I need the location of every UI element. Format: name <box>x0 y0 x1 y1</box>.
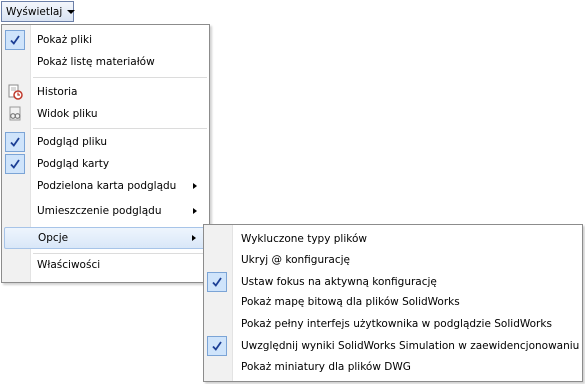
chevron-right-icon <box>193 183 197 189</box>
history-icon <box>5 82 25 102</box>
submenu-item-hide-config[interactable]: Ukryj @ konfigurację <box>206 249 580 271</box>
menu-item-label: Podzielona karta podglądu <box>37 180 177 192</box>
menu-item-show-bom[interactable]: Pokaż listę materiałów <box>4 51 207 73</box>
submenu-item-include-simulation-results[interactable]: Uwzględnij wyniki SolidWorks Simulation … <box>206 335 580 357</box>
menu-item-label: Umieszczenie podglądu <box>37 205 162 217</box>
menu-item-properties[interactable]: Właściwości <box>4 254 207 276</box>
menu-item-card-preview[interactable]: Podgląd karty <box>4 153 207 175</box>
view-menu-label: Wyświetlaj <box>6 5 63 18</box>
menu-item-label: Uwzględnij wyniki SolidWorks Simulation … <box>241 340 580 352</box>
menu-item-label: Pokaż listę materiałów <box>37 56 155 68</box>
chevron-right-icon <box>193 208 197 214</box>
chevron-down-icon <box>67 9 76 14</box>
menu-item-label: Ustaw fokus na aktywną konfigurację <box>241 276 437 288</box>
checkmark-icon <box>207 336 227 356</box>
submenu-item-excluded-file-types[interactable]: Wykluczone typy plików <box>206 228 580 250</box>
menu-item-label: Historia <box>37 86 78 98</box>
checkmark-icon <box>207 272 227 292</box>
menu-separator <box>33 128 207 129</box>
menu-item-label: Właściwości <box>37 259 101 271</box>
menu-item-preview-placement[interactable]: Umieszczenie podglądu <box>4 200 207 222</box>
menu-item-label: Widok pliku <box>37 108 98 120</box>
menu-item-label: Podgląd pliku <box>37 136 107 148</box>
submenu-item-dwg-thumbnails[interactable]: Pokaż miniatury dla plików DWG <box>206 356 580 378</box>
menu-item-split-card-preview[interactable]: Podzielona karta podglądu <box>4 175 207 197</box>
menu-separator <box>33 77 207 78</box>
checkmark-icon <box>5 132 25 152</box>
submenu-item-focus-active-config[interactable]: Ustaw fokus na aktywną konfigurację <box>206 271 580 293</box>
menu-item-file-view[interactable]: Widok pliku <box>4 103 207 125</box>
menu-item-label: Ukryj @ konfigurację <box>241 254 351 266</box>
checkmark-icon <box>5 30 25 50</box>
submenu-item-show-bitmap[interactable]: Pokaż mapę bitową dla plików SolidWorks <box>206 291 580 313</box>
menu-item-label: Podgląd karty <box>37 158 110 170</box>
file-view-icon <box>5 104 25 124</box>
menu-item-label: Pokaż miniatury dla plików DWG <box>241 361 411 373</box>
options-submenu: Wykluczone typy plików Ukryj @ konfigura… <box>203 224 583 382</box>
menu-item-history[interactable]: Historia <box>4 81 207 103</box>
menu-item-label: Pokaż pliki <box>37 34 93 46</box>
menu-item-label: Pokaż pełny interfejs użytkownika w podg… <box>241 318 552 330</box>
chevron-right-icon <box>192 235 196 241</box>
view-menu-button[interactable]: Wyświetlaj <box>1 1 76 22</box>
menu-item-options[interactable]: Opcje <box>4 227 207 249</box>
view-dropdown-menu: Pokaż pliki Pokaż listę materiałów Histo… <box>1 24 210 283</box>
checkmark-icon <box>5 154 25 174</box>
menu-item-show-files[interactable]: Pokaż pliki <box>4 29 207 51</box>
submenu-item-full-ui-preview[interactable]: Pokaż pełny interfejs użytkownika w podg… <box>206 313 580 335</box>
menu-item-label: Wykluczone typy plików <box>241 233 367 245</box>
menu-item-file-preview[interactable]: Podgląd pliku <box>4 131 207 153</box>
menu-item-label: Pokaż mapę bitową dla plików SolidWorks <box>241 296 460 308</box>
menu-item-label: Opcje <box>38 232 69 244</box>
